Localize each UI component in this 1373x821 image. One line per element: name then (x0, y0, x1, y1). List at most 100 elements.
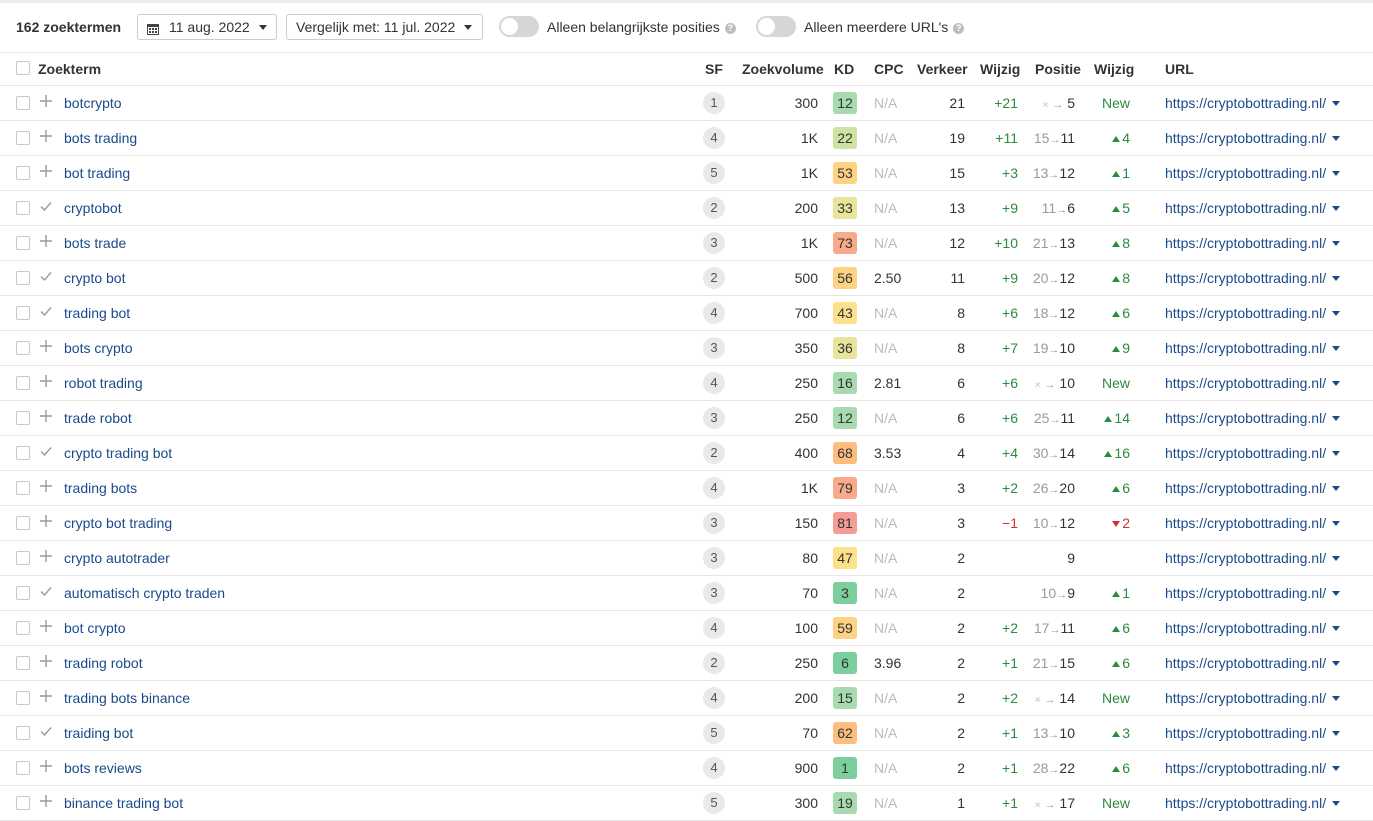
help-icon[interactable]: ? (953, 23, 965, 34)
keyword-link[interactable]: trading bots binance (64, 690, 190, 706)
chevron-down-icon[interactable] (1332, 276, 1341, 281)
plus-icon[interactable] (38, 339, 54, 355)
keyword-link[interactable]: bot trading (64, 165, 130, 181)
serp-features-badge[interactable]: 3 (703, 582, 725, 604)
url-link[interactable]: https://cryptobottrading.nl/ (1165, 305, 1326, 321)
plus-icon[interactable] (38, 409, 54, 425)
row-checkbox[interactable] (16, 166, 30, 180)
serp-features-badge[interactable]: 2 (703, 652, 725, 674)
plus-icon[interactable] (38, 164, 54, 180)
check-icon[interactable] (38, 444, 54, 460)
row-checkbox[interactable] (16, 96, 30, 110)
url-dropdown[interactable]: https://cryptobottrading.nl/ (1165, 235, 1341, 251)
url-link[interactable]: https://cryptobottrading.nl/ (1165, 340, 1326, 356)
plus-icon[interactable] (38, 759, 54, 775)
keyword-link[interactable]: botcrypto (64, 95, 122, 111)
chevron-down-icon[interactable] (1332, 311, 1341, 316)
url-link[interactable]: https://cryptobottrading.nl/ (1165, 515, 1326, 531)
row-checkbox[interactable] (16, 516, 30, 530)
keyword-link[interactable]: crypto bot (64, 270, 125, 286)
row-checkbox[interactable] (16, 446, 30, 460)
url-link[interactable]: https://cryptobottrading.nl/ (1165, 550, 1326, 566)
row-checkbox[interactable] (16, 656, 30, 670)
row-checkbox[interactable] (16, 271, 30, 285)
url-dropdown[interactable]: https://cryptobottrading.nl/ (1165, 725, 1341, 741)
chevron-down-icon[interactable] (1332, 346, 1341, 351)
url-link[interactable]: https://cryptobottrading.nl/ (1165, 480, 1326, 496)
url-dropdown[interactable]: https://cryptobottrading.nl/ (1165, 480, 1341, 496)
chevron-down-icon[interactable] (1332, 136, 1341, 141)
chevron-down-icon[interactable] (1332, 731, 1341, 736)
serp-features-badge[interactable]: 4 (703, 757, 725, 779)
serp-features-badge[interactable]: 3 (703, 407, 725, 429)
keyword-link[interactable]: trading bot (64, 305, 130, 321)
url-dropdown[interactable]: https://cryptobottrading.nl/ (1165, 795, 1341, 811)
keyword-link[interactable]: binance trading bot (64, 795, 183, 811)
chevron-down-icon[interactable] (1332, 381, 1341, 386)
serp-features-badge[interactable]: 4 (703, 372, 725, 394)
help-icon[interactable]: ? (724, 23, 736, 34)
row-checkbox[interactable] (16, 796, 30, 810)
serp-features-badge[interactable]: 3 (703, 232, 725, 254)
serp-features-badge[interactable]: 2 (703, 267, 725, 289)
url-dropdown[interactable]: https://cryptobottrading.nl/ (1165, 95, 1341, 111)
row-checkbox[interactable] (16, 131, 30, 145)
check-icon[interactable] (38, 269, 54, 285)
url-dropdown[interactable]: https://cryptobottrading.nl/ (1165, 620, 1341, 636)
col-traffic-change[interactable]: Wijzig (980, 61, 1020, 77)
plus-icon[interactable] (38, 374, 54, 390)
serp-features-badge[interactable]: 4 (703, 302, 725, 324)
row-checkbox[interactable] (16, 551, 30, 565)
row-checkbox[interactable] (16, 621, 30, 635)
plus-icon[interactable] (38, 619, 54, 635)
serp-features-badge[interactable]: 3 (703, 512, 725, 534)
chevron-down-icon[interactable] (1332, 451, 1341, 456)
url-link[interactable]: https://cryptobottrading.nl/ (1165, 200, 1326, 216)
url-dropdown[interactable]: https://cryptobottrading.nl/ (1165, 375, 1341, 391)
toggle-top-positions[interactable] (499, 16, 539, 37)
url-link[interactable]: https://cryptobottrading.nl/ (1165, 270, 1326, 286)
url-link[interactable]: https://cryptobottrading.nl/ (1165, 375, 1326, 391)
chevron-down-icon[interactable] (1332, 521, 1341, 526)
check-icon[interactable] (38, 199, 54, 215)
url-link[interactable]: https://cryptobottrading.nl/ (1165, 130, 1326, 146)
toggle-multiple-urls[interactable] (756, 16, 796, 37)
chevron-down-icon[interactable] (1332, 591, 1341, 596)
url-dropdown[interactable]: https://cryptobottrading.nl/ (1165, 305, 1341, 321)
col-traffic[interactable]: Verkeer (917, 61, 968, 77)
url-link[interactable]: https://cryptobottrading.nl/ (1165, 760, 1326, 776)
serp-features-badge[interactable]: 5 (703, 722, 725, 744)
url-link[interactable]: https://cryptobottrading.nl/ (1165, 95, 1326, 111)
chevron-down-icon[interactable] (1332, 801, 1341, 806)
keyword-link[interactable]: trade robot (64, 410, 132, 426)
col-kd[interactable]: KD (834, 61, 854, 77)
chevron-down-icon[interactable] (1332, 696, 1341, 701)
url-link[interactable]: https://cryptobottrading.nl/ (1165, 585, 1326, 601)
row-checkbox[interactable] (16, 586, 30, 600)
url-dropdown[interactable]: https://cryptobottrading.nl/ (1165, 165, 1341, 181)
serp-features-badge[interactable]: 3 (703, 547, 725, 569)
keyword-link[interactable]: crypto trading bot (64, 445, 172, 461)
col-cpc[interactable]: CPC (874, 61, 904, 77)
url-dropdown[interactable]: https://cryptobottrading.nl/ (1165, 130, 1341, 146)
row-checkbox[interactable] (16, 481, 30, 495)
row-checkbox[interactable] (16, 691, 30, 705)
url-dropdown[interactable]: https://cryptobottrading.nl/ (1165, 655, 1341, 671)
keyword-link[interactable]: trading bots (64, 480, 137, 496)
serp-features-badge[interactable]: 5 (703, 162, 725, 184)
plus-icon[interactable] (38, 794, 54, 810)
url-dropdown[interactable]: https://cryptobottrading.nl/ (1165, 340, 1341, 356)
col-keyword[interactable]: Zoekterm (38, 61, 101, 77)
keyword-link[interactable]: bots reviews (64, 760, 142, 776)
keyword-link[interactable]: crypto autotrader (64, 550, 170, 566)
url-link[interactable]: https://cryptobottrading.nl/ (1165, 165, 1326, 181)
plus-icon[interactable] (38, 94, 54, 110)
compare-dropdown[interactable]: Vergelijk met: 11 jul. 2022 (286, 14, 483, 40)
keyword-link[interactable]: cryptobot (64, 200, 122, 216)
chevron-down-icon[interactable] (1332, 101, 1341, 106)
row-checkbox[interactable] (16, 376, 30, 390)
url-link[interactable]: https://cryptobottrading.nl/ (1165, 410, 1326, 426)
url-link[interactable]: https://cryptobottrading.nl/ (1165, 725, 1326, 741)
url-link[interactable]: https://cryptobottrading.nl/ (1165, 690, 1326, 706)
row-checkbox[interactable] (16, 761, 30, 775)
